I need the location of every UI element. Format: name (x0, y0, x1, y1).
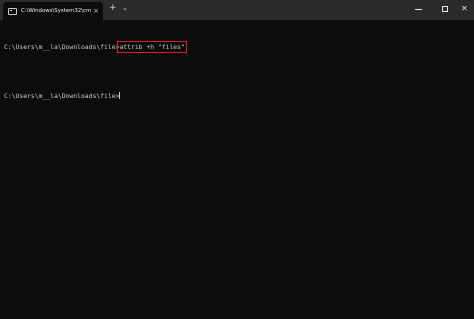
minimize-button[interactable] (404, 0, 432, 18)
tab-cmd[interactable]: C:\Windows\System32\cmd.e × (3, 2, 103, 20)
terminal-line: C:\Users\m__la\Downloads\file>attrib +h … (4, 41, 470, 53)
maximize-icon (442, 6, 448, 12)
terminal-line: C:\Users\m__la\Downloads\file> (4, 92, 470, 100)
prompt-text: C:\Users\m__la\Downloads\file> (4, 43, 120, 51)
terminal-icon (8, 7, 17, 15)
terminal-output[interactable]: C:\Users\m__la\Downloads\file>attrib +h … (4, 27, 470, 116)
close-button[interactable]: ✕ (455, 0, 474, 18)
highlighted-command: attrib +h "files" (117, 41, 187, 53)
tab-title: C:\Windows\System32\cmd.e (21, 8, 92, 14)
minimize-icon (414, 8, 422, 10)
prompt-text: C:\Users\m__la\Downloads\file> (4, 92, 120, 100)
text-cursor (119, 92, 121, 99)
chevron-down-icon[interactable]: ⌄ (122, 5, 128, 12)
close-tab-icon[interactable]: × (93, 7, 99, 15)
terminal-window: C:\Windows\System32\cmd.e × + ⌄ ✕ C:\Use… (0, 0, 474, 319)
title-bar[interactable]: C:\Windows\System32\cmd.e × + ⌄ ✕ (0, 0, 474, 20)
new-tab-button[interactable]: + (109, 4, 117, 13)
close-icon: ✕ (461, 4, 468, 13)
